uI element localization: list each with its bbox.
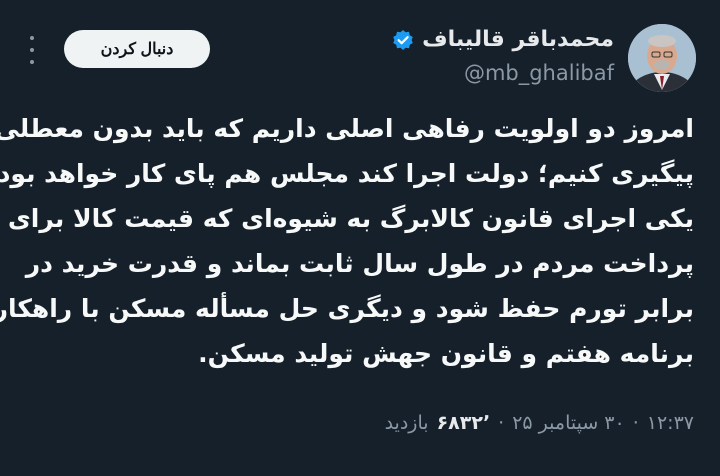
tweet-text-line: یکی اجرای قانون کالابرگ به شیوه‌ای که قی… (7, 204, 694, 233)
tweet-text: امروز دو اولویت رفاهی اصلی داریم که باید… (0, 106, 694, 376)
author-display-name[interactable]: محمدباقر قالیباف (422, 26, 614, 54)
meta-separator: · (632, 412, 639, 434)
views-count: ۶۸۳۲٬ (436, 412, 491, 434)
tweet-card: محمدباقر قالیباف @mb_ghalibaf دنبال کردن… (0, 0, 720, 476)
follow-button[interactable]: دنبال کردن (64, 30, 210, 68)
author-block: محمدباقر قالیباف @mb_ghalibaf (392, 26, 614, 86)
tweet-text-line: پرداخت مردم در طول سال ثابت بماند و قدرت… (25, 249, 694, 278)
views-label: بازدید (384, 412, 429, 434)
tweet-meta: ۱۲:۳۷ · ۳۰ سپتامبر ۲۵ · ۶۸۳۲٬ بازدید (385, 412, 694, 434)
more-options-icon[interactable] (26, 36, 38, 64)
tweet-time[interactable]: ۱۲:۳۷ (647, 412, 694, 434)
tweet-text-line: برنامه هفتم و قانون جهش تولید مسکن. (198, 339, 694, 368)
tweet-text-line: پیگیری کنیم؛ دولت اجرا کند مجلس هم پای ک… (0, 159, 694, 188)
avatar-image (628, 24, 696, 92)
author-name-row: محمدباقر قالیباف (392, 26, 614, 54)
tweet-date[interactable]: ۳۰ سپتامبر ۲۵ (512, 412, 625, 434)
meta-separator: · (498, 412, 505, 434)
verified-badge-icon (392, 29, 414, 51)
tweet-text-line: امروز دو اولویت رفاهی اصلی داریم که باید… (0, 114, 694, 143)
author-handle[interactable]: @mb_ghalibaf (392, 60, 614, 86)
tweet-text-line: برابر تورم حفظ شود و دیگری حل مسأله مسکن… (0, 294, 694, 323)
avatar[interactable] (628, 24, 696, 92)
